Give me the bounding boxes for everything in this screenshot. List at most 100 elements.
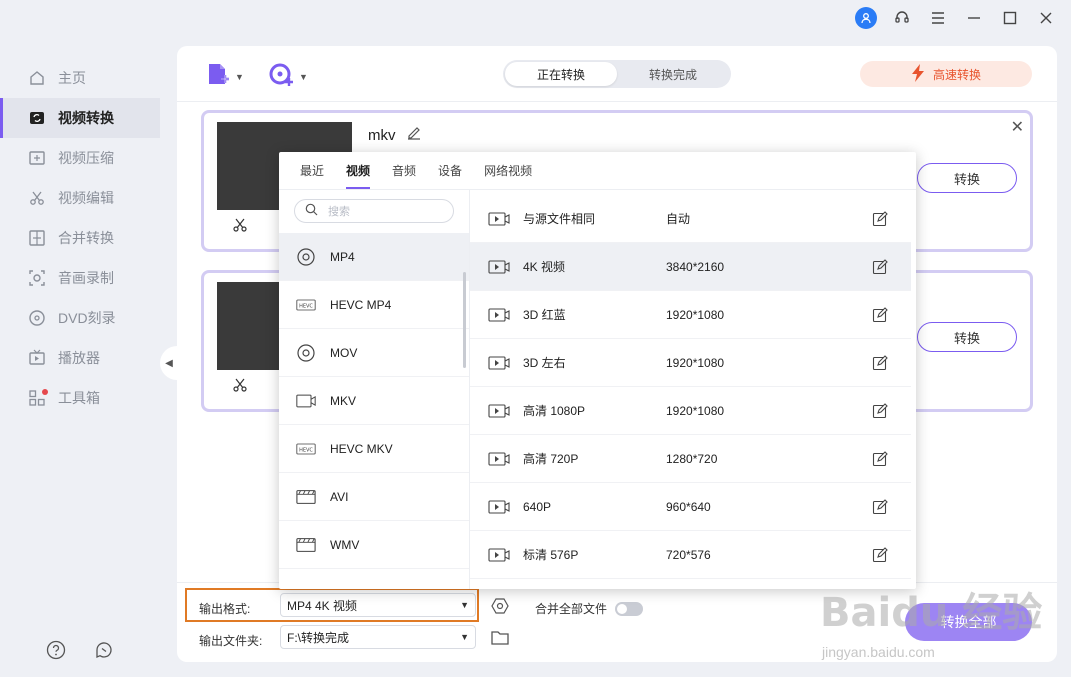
- tab-converting[interactable]: 正在转换: [505, 62, 617, 86]
- format-item-mov[interactable]: MOV: [279, 329, 469, 377]
- quality-name: 4K 视频: [523, 260, 566, 274]
- video-file-icon: [296, 391, 316, 411]
- support-headset-icon[interactable]: [891, 7, 913, 29]
- folder-icon[interactable]: [491, 629, 509, 648]
- maximize-icon[interactable]: [999, 7, 1021, 29]
- video-quality-icon: [488, 548, 510, 565]
- quality-item[interactable]: 高清 720P 1280*720: [470, 435, 911, 483]
- high-speed-label: 高速转换: [932, 67, 981, 82]
- edit-icon[interactable]: [872, 355, 888, 374]
- close-window-icon[interactable]: [1035, 7, 1057, 29]
- merge-icon: [28, 229, 46, 247]
- hevc-icon: HEVC: [296, 295, 316, 315]
- scissors-icon[interactable]: [232, 217, 248, 233]
- format-item-mp4[interactable]: MP4: [279, 233, 469, 281]
- conversion-tabs: 正在转换 转换完成: [503, 60, 731, 88]
- chevron-down-icon: ▼: [235, 71, 244, 82]
- edit-icon[interactable]: [872, 307, 888, 326]
- search-placeholder: 搜索: [328, 206, 350, 218]
- hevc-icon: HEVC: [296, 439, 316, 459]
- format-item-hevc-mp4[interactable]: HEVC HEVC MP4: [279, 281, 469, 329]
- edit-icon[interactable]: [872, 499, 888, 518]
- video-quality-icon: [488, 452, 510, 469]
- quality-item[interactable]: 标清 576P 720*576: [470, 531, 911, 579]
- quality-item[interactable]: 640P 960*640: [470, 483, 911, 531]
- sidebar-item-dvd[interactable]: DVD刻录: [0, 298, 160, 338]
- player-icon: [28, 349, 46, 367]
- format-label: HEVC MKV: [330, 441, 393, 456]
- user-avatar-icon[interactable]: [855, 7, 877, 29]
- video-quality-icon: [488, 212, 510, 229]
- output-format-select[interactable]: MP4 4K 视频 ▼: [280, 593, 476, 617]
- chevron-down-icon: ▼: [460, 600, 469, 610]
- format-label: MKV: [330, 393, 357, 408]
- sidebar-item-merge[interactable]: 合并转换: [0, 218, 160, 258]
- format-item-wmv[interactable]: WMV: [279, 521, 469, 569]
- sidebar-item-player[interactable]: 播放器: [0, 338, 160, 378]
- edit-icon[interactable]: [872, 547, 888, 566]
- format-item-mkv[interactable]: MKV: [279, 377, 469, 425]
- tab-web-video[interactable]: 网络视频: [473, 152, 543, 189]
- edit-icon[interactable]: [872, 211, 888, 230]
- tab-converted[interactable]: 转换完成: [617, 62, 729, 86]
- format-search-input[interactable]: 搜索: [294, 199, 454, 223]
- add-dvd-button[interactable]: ▼: [269, 62, 308, 91]
- output-folder-label: 输出文件夹:: [199, 634, 263, 648]
- help-icon[interactable]: [46, 640, 66, 663]
- edit-icon[interactable]: [872, 259, 888, 278]
- quality-name: 与源文件相同: [523, 212, 596, 226]
- sidebar-item-record[interactable]: 音画录制: [0, 258, 160, 298]
- sidebar-item-label: 视频编辑: [58, 190, 114, 206]
- sidebar-item-home[interactable]: 主页: [0, 58, 160, 98]
- sidebar-item-video-edit[interactable]: 视频编辑: [0, 178, 160, 218]
- edit-icon[interactable]: [872, 403, 888, 422]
- quality-resolution: 960*640: [666, 499, 711, 514]
- output-format-value: MP4 4K 视频: [287, 598, 358, 613]
- merge-toggle[interactable]: [615, 601, 644, 616]
- file-name-text: mkv: [368, 126, 396, 144]
- high-speed-button[interactable]: 高速转换: [860, 61, 1032, 87]
- scissors-icon[interactable]: [232, 377, 248, 393]
- feedback-icon[interactable]: [94, 640, 114, 663]
- tab-audio[interactable]: 音频: [381, 152, 427, 189]
- convert-button[interactable]: 转换: [917, 322, 1017, 352]
- video-quality-icon: [488, 356, 510, 373]
- format-list-scrollbar[interactable]: [463, 272, 466, 368]
- add-file-button[interactable]: ▼: [205, 62, 244, 91]
- sidebar-item-video-convert[interactable]: 视频转换: [0, 98, 160, 138]
- quality-item[interactable]: 3D 红蓝 1920*1080: [470, 291, 911, 339]
- quality-item[interactable]: 高清 1080P 1920*1080: [470, 387, 911, 435]
- tab-device[interactable]: 设备: [427, 152, 473, 189]
- minimize-icon[interactable]: [963, 7, 985, 29]
- menu-icon[interactable]: [927, 7, 949, 29]
- format-label: AVI: [330, 489, 349, 504]
- add-disc-icon: [269, 62, 295, 91]
- chevron-left-icon: ◀: [165, 357, 173, 369]
- convert-button[interactable]: 转换: [917, 163, 1017, 193]
- tab-video[interactable]: 视频: [335, 152, 381, 189]
- format-list-pane: 搜索 MP4 HEVC HEVC MP4 MOV MKV HEVC HEVC M…: [279, 190, 469, 589]
- format-settings-icon[interactable]: [491, 597, 509, 618]
- tab-recent[interactable]: 最近: [289, 152, 335, 189]
- quality-resolution: 1920*1080: [666, 403, 725, 418]
- collapse-sidebar-button[interactable]: ◀: [160, 346, 178, 380]
- chevron-down-icon: ▼: [460, 632, 469, 642]
- quality-item[interactable]: 4K 视频 3840*2160: [470, 243, 911, 291]
- record-icon: [28, 269, 46, 287]
- format-item-hevc-mkv[interactable]: HEVC HEVC MKV: [279, 425, 469, 473]
- quality-item[interactable]: 3D 左右 1920*1080: [470, 339, 911, 387]
- disc-icon: [28, 309, 46, 327]
- format-item-avi[interactable]: AVI: [279, 473, 469, 521]
- sidebar-item-video-compress[interactable]: 视频压缩: [0, 138, 160, 178]
- close-icon[interactable]: ✕: [1011, 117, 1024, 137]
- format-label: WMV: [330, 537, 360, 552]
- window-controls: [855, 6, 1057, 30]
- edit-icon[interactable]: [872, 451, 888, 470]
- output-folder-select[interactable]: F:\转换完成 ▼: [280, 625, 476, 649]
- video-quality-icon: [488, 260, 510, 277]
- format-dropdown: 最近 视频 音频 设备 网络视频 搜索 MP4 HEVC HEVC MP4 MO…: [279, 152, 916, 589]
- quality-item[interactable]: 与源文件相同 自动: [470, 195, 911, 243]
- quality-resolution: 1920*1080: [666, 355, 725, 370]
- edit-icon[interactable]: [406, 125, 422, 145]
- sidebar-item-toolbox[interactable]: 工具箱: [0, 378, 160, 418]
